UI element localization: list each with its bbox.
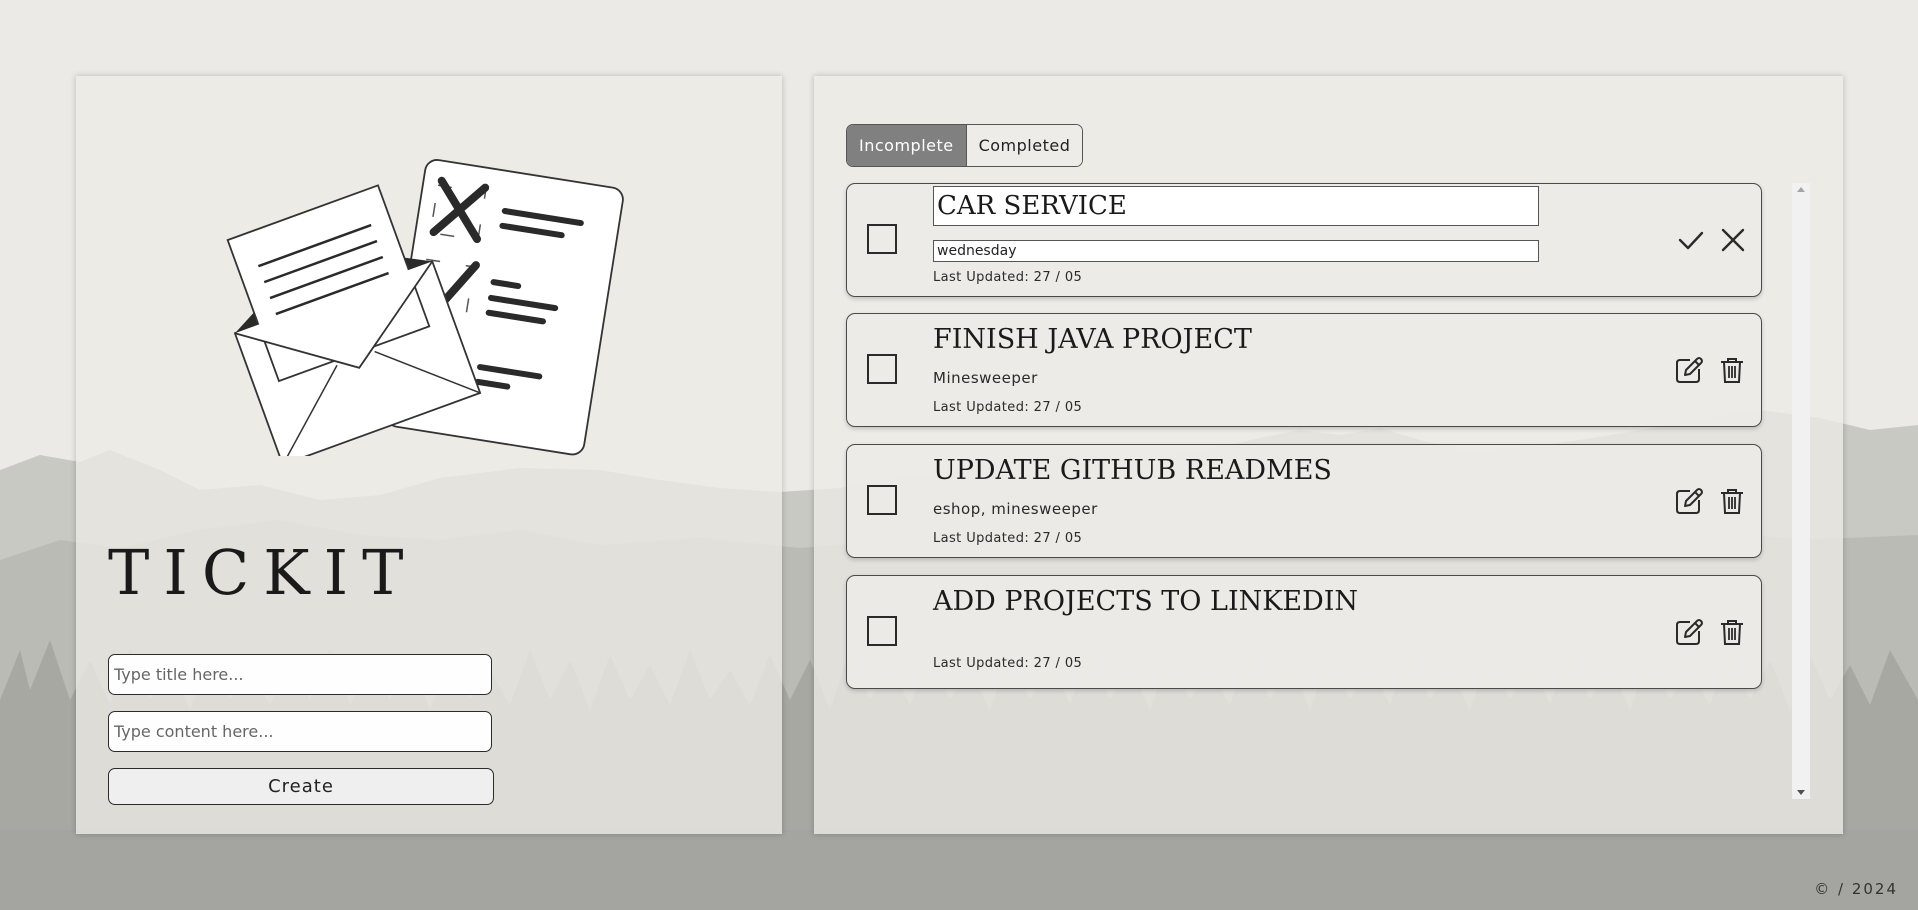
footer-copyright: © / 2024 [1814,880,1898,898]
trash-icon[interactable] [1716,616,1748,648]
task-last-updated: Last Updated: 27 / 05 [933,531,1083,546]
task-list-scrollbar[interactable] [1792,183,1810,799]
task-title: UPDATE GITHUB READMES [933,455,1332,486]
content-input[interactable] [108,711,492,752]
task-content: eshop, minesweeper [933,500,1098,518]
checklist-envelope-illustration [226,159,624,456]
pencil-square-icon[interactable] [1673,354,1705,386]
task-checkbox[interactable] [867,354,897,384]
pencil-square-icon[interactable] [1673,616,1705,648]
edit-content-input[interactable] [933,240,1539,262]
task-card: UPDATE GITHUB READMES eshop, minesweeper… [846,444,1762,558]
task-last-updated: Last Updated: 27 / 05 [933,270,1083,285]
tab-completed[interactable]: Completed [965,125,1083,166]
create-button[interactable]: Create [108,768,494,805]
app-title: TICKIT [108,536,418,609]
close-icon[interactable] [1717,224,1749,256]
tab-incomplete[interactable]: Incomplete [847,125,966,166]
scroll-up-arrow[interactable] [1797,187,1805,192]
edit-title-input[interactable] [933,186,1539,226]
scroll-down-arrow[interactable] [1797,790,1805,795]
task-card: Last Updated: 27 / 05 [846,183,1762,297]
task-checkbox[interactable] [867,616,897,646]
check-icon[interactable] [1675,224,1707,256]
task-last-updated: Last Updated: 27 / 05 [933,400,1083,415]
pencil-square-icon[interactable] [1673,485,1705,517]
task-last-updated: Last Updated: 27 / 05 [933,656,1083,671]
task-checkbox[interactable] [867,224,897,254]
task-card: FINISH JAVA PROJECT Minesweeper Last Upd… [846,313,1762,427]
title-input[interactable] [108,654,492,695]
task-filter-tabs: Incomplete Completed [846,124,1084,167]
task-panel: Incomplete Completed Last Updated: 27 / … [814,76,1843,834]
task-checkbox[interactable] [867,485,897,515]
trash-icon[interactable] [1716,485,1748,517]
task-card: ADD PROJECTS TO LINKEDIN Last Updated: 2… [846,575,1762,689]
trash-icon[interactable] [1716,354,1748,386]
task-title: FINISH JAVA PROJECT [933,324,1252,355]
task-content: Minesweeper [933,369,1038,387]
create-panel: TICKIT Create [76,76,782,834]
task-title: ADD PROJECTS TO LINKEDIN [933,586,1359,617]
